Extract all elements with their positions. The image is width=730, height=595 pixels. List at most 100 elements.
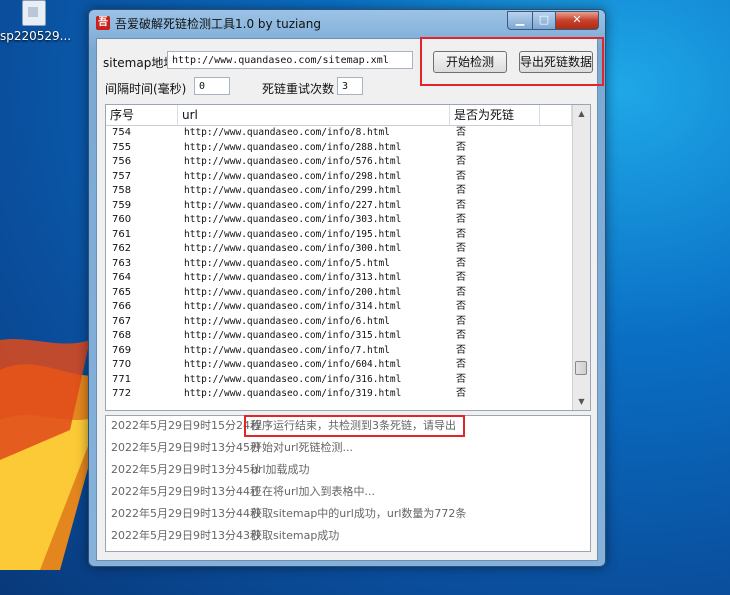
cell-no: 754 — [112, 127, 132, 138]
app-window: 吾 吾爱破解死链检测工具1.0 by tuziang ▁ □ ✕ sitemap… — [88, 9, 606, 567]
table-row[interactable]: 766 http://www.quandaseo.com/info/314.htm… — [106, 300, 572, 315]
desktop-file-shortcut[interactable]: sp220529... — [0, 0, 72, 43]
cell-dead: 否 — [456, 228, 466, 240]
cell-dead: 否 — [456, 301, 466, 312]
cell-url: http://www.quandaseo.com/info/314.html — [184, 301, 402, 312]
cell-no: 762 — [112, 243, 132, 254]
column-header-filler — [540, 105, 572, 125]
log-entry[interactable]: 2022年5月29日9时13分45秒开始对url死链检测... — [111, 440, 353, 456]
cell-dead: 否 — [456, 156, 466, 167]
cell-url: http://www.quandaseo.com/info/200.html — [184, 286, 402, 298]
table-row[interactable]: 771 http://www.quandaseo.com/info/316.htm… — [106, 373, 572, 388]
table-row[interactable]: 767 http://www.quandaseo.com/info/6.html 否 — [106, 315, 572, 330]
cell-no: 755 — [112, 141, 132, 153]
scroll-down-icon[interactable]: ▼ — [573, 393, 590, 410]
log-entry[interactable]: 2022年5月29日9时13分43秒获取sitemap成功 — [111, 528, 339, 544]
cell-dead: 否 — [456, 359, 466, 370]
log-time: 2022年5月29日9时13分44秒 — [111, 485, 261, 498]
log-entry[interactable]: 2022年5月29日9时13分45秒url加载成功 — [111, 462, 310, 478]
table-body: 754 http://www.quandaseo.com/info/8.html 否… — [106, 126, 572, 402]
retry-input[interactable]: 3 — [337, 77, 363, 95]
log-entry[interactable]: 2022年5月29日9时13分44秒获取sitemap中的url成功，url数量… — [111, 506, 466, 522]
window-title: 吾爱破解死链检测工具1.0 by tuziang — [115, 17, 321, 31]
title-bar[interactable]: 吾 吾爱破解死链检测工具1.0 by tuziang ▁ □ ✕ — [89, 10, 605, 36]
table-row[interactable]: 757 http://www.quandaseo.com/info/298.htm… — [106, 170, 572, 185]
cell-url: http://www.quandaseo.com/info/5.html — [184, 257, 390, 269]
highlight-box-log — [244, 415, 465, 437]
cell-no: 759 — [112, 199, 132, 211]
cell-url: http://www.quandaseo.com/info/288.html — [184, 141, 402, 153]
close-button[interactable]: ✕ — [556, 11, 599, 30]
table-row[interactable]: 760 http://www.quandaseo.com/info/303.htm… — [106, 213, 572, 228]
cell-no: 764 — [112, 272, 132, 283]
cell-no: 768 — [112, 330, 132, 341]
column-header-no[interactable]: 序号 — [106, 105, 178, 125]
column-header-dead[interactable]: 是否为死链 — [450, 105, 540, 125]
desktop-file-label: sp220529... — [0, 29, 72, 43]
cell-dead: 否 — [456, 214, 466, 225]
table-scrollbar[interactable]: ▲ ▼ — [572, 105, 590, 410]
table-row[interactable]: 758 http://www.quandaseo.com/info/299.htm… — [106, 184, 572, 199]
cell-dead: 否 — [456, 185, 466, 196]
table-row[interactable]: 765 http://www.quandaseo.com/info/200.htm… — [106, 286, 572, 301]
minimize-button[interactable]: ▁ — [507, 11, 533, 30]
table-row[interactable]: 762 http://www.quandaseo.com/info/300.htm… — [106, 242, 572, 257]
table-row[interactable]: 768 http://www.quandaseo.com/info/315.htm… — [106, 329, 572, 344]
cell-dead: 否 — [456, 199, 466, 211]
cell-dead: 否 — [456, 344, 466, 356]
maximize-button[interactable]: □ — [533, 11, 556, 30]
window-controls: ▁ □ ✕ — [507, 11, 599, 30]
cell-dead: 否 — [456, 315, 466, 327]
table-header: 序号 url 是否为死链 — [106, 105, 572, 126]
cell-no: 765 — [112, 286, 132, 298]
table-row[interactable]: 772 http://www.quandaseo.com/info/319.htm… — [106, 387, 572, 402]
cell-dead: 否 — [456, 127, 466, 138]
cell-url: http://www.quandaseo.com/info/303.html — [184, 214, 402, 225]
log-message: 获取sitemap中的url成功，url数量为772条 — [251, 507, 467, 520]
cell-no: 760 — [112, 214, 132, 225]
cell-no: 766 — [112, 301, 132, 312]
table-row[interactable]: 755 http://www.quandaseo.com/info/288.htm… — [106, 141, 572, 156]
table-row[interactable]: 769 http://www.quandaseo.com/info/7.html 否 — [106, 344, 572, 359]
scroll-up-icon[interactable]: ▲ — [573, 105, 590, 122]
log-entry[interactable]: 2022年5月29日9时13分44秒正在将url加入到表格中... — [111, 484, 375, 500]
cell-no: 769 — [112, 344, 132, 356]
log-message: 开始对url死链检测... — [251, 441, 354, 454]
column-header-url[interactable]: url — [178, 105, 450, 125]
log-time: 2022年5月29日9时13分45秒 — [111, 463, 261, 476]
cell-no: 770 — [112, 359, 132, 370]
sitemap-input[interactable]: http://www.quandaseo.com/sitemap.xml — [167, 51, 413, 69]
scroll-thumb[interactable] — [575, 361, 587, 375]
cell-no: 758 — [112, 185, 132, 196]
cell-no: 771 — [112, 373, 132, 385]
retry-label: 死链重试次数 — [262, 82, 335, 96]
cell-url: http://www.quandaseo.com/info/7.html — [184, 344, 390, 356]
log-message: 正在将url加入到表格中... — [251, 485, 376, 498]
table-row[interactable]: 763 http://www.quandaseo.com/info/5.html 否 — [106, 257, 572, 272]
cell-url: http://www.quandaseo.com/info/313.html — [184, 272, 402, 283]
table-row[interactable]: 756 http://www.quandaseo.com/info/576.htm… — [106, 155, 572, 170]
cell-url: http://www.quandaseo.com/info/315.html — [184, 330, 402, 341]
cell-no: 761 — [112, 228, 132, 240]
url-table[interactable]: 序号 url 是否为死链 754 http://www.quandaseo.com… — [105, 104, 591, 411]
log-time: 2022年5月29日9时13分44秒 — [111, 507, 261, 520]
sitemap-label: sitemap地址 — [103, 56, 176, 70]
cell-dead: 否 — [456, 141, 466, 153]
table-row[interactable]: 761 http://www.quandaseo.com/info/195.htm… — [106, 228, 572, 243]
cell-dead: 否 — [456, 257, 466, 269]
cell-dead: 否 — [456, 388, 466, 399]
cell-url: http://www.quandaseo.com/info/227.html — [184, 199, 402, 211]
table-row[interactable]: 754 http://www.quandaseo.com/info/8.html 否 — [106, 126, 572, 141]
interval-input[interactable]: 0 — [194, 77, 230, 95]
app-icon: 吾 — [96, 16, 110, 30]
table-row[interactable]: 764 http://www.quandaseo.com/info/313.htm… — [106, 271, 572, 286]
cell-url: http://www.quandaseo.com/info/6.html — [184, 315, 390, 327]
cell-url: http://www.quandaseo.com/info/300.html — [184, 243, 402, 254]
table-row[interactable]: 759 http://www.quandaseo.com/info/227.htm… — [106, 199, 572, 214]
log-time: 2022年5月29日9时13分43秒 — [111, 529, 261, 542]
cell-dead: 否 — [456, 243, 466, 254]
cell-url: http://www.quandaseo.com/info/195.html — [184, 228, 402, 240]
cell-dead: 否 — [456, 272, 466, 283]
table-row[interactable]: 770 http://www.quandaseo.com/info/604.htm… — [106, 358, 572, 373]
cell-no: 756 — [112, 156, 132, 167]
